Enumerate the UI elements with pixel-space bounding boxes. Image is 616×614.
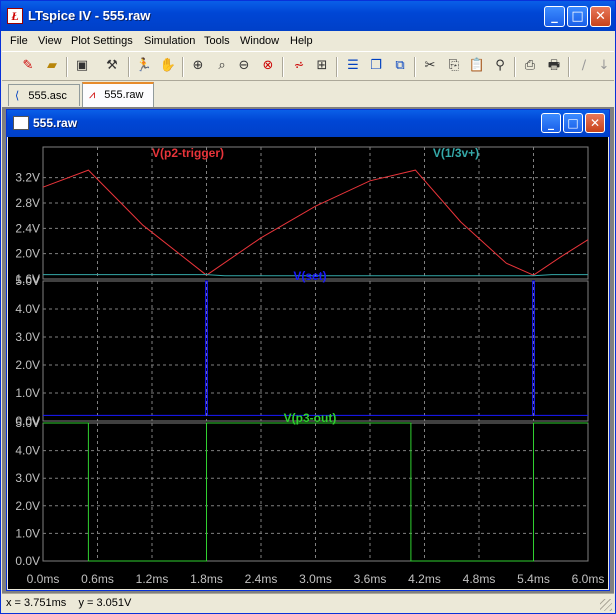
status-bar: x = 3.751ms y = 3.051V xyxy=(2,593,614,613)
x-tick-label: 5.4ms xyxy=(517,572,550,586)
x-tick-label: 3.6ms xyxy=(354,572,387,586)
child-minimize-button[interactable]: _ xyxy=(541,113,561,133)
toolbar-separator xyxy=(66,57,68,77)
pan-icon[interactable]: ✋ xyxy=(158,56,178,76)
maximize-button[interactable]: □ xyxy=(567,6,588,27)
tab-label: 555.raw xyxy=(104,89,144,101)
minimize-button[interactable]: _ xyxy=(544,6,565,27)
ltspice-window: Ł LTspice IV - 555.raw _ □ ✕ File View P… xyxy=(0,0,616,614)
x-tick-label: 2.4ms xyxy=(245,572,278,586)
copy-icon[interactable]: ⎘ xyxy=(444,56,464,76)
waveform-plot-area[interactable]: 3.2V 2.8V 2.4V 2.0V 1.6V V(p2-trigger) V(1/3v+… xyxy=(8,137,608,589)
control-panel-icon[interactable]: ⚒ xyxy=(102,56,122,76)
toolbar-separator xyxy=(414,57,416,77)
tile-vertical-icon[interactable]: ⧉ xyxy=(390,56,410,76)
y-tick-label: 1.0V xyxy=(15,526,40,540)
legend-label: V(p2-trigger) xyxy=(152,146,224,160)
mdi-workspace: 555.raw _ □ ✕ 3.2V 2.8V 2.4V 2.0V 1.6V V(p2-t… xyxy=(2,107,614,593)
toolbar-separator xyxy=(336,57,338,77)
y-tick-label: 5.0V xyxy=(15,416,40,430)
y-tick-label: 3.2V xyxy=(15,171,40,185)
zoom-out-icon[interactable]: ⊖ xyxy=(234,56,254,76)
schematic-icon: ⟨ xyxy=(15,89,20,102)
legend-label: V(1/3v+) xyxy=(433,146,479,160)
toolbar-separator xyxy=(514,57,516,77)
menu-file[interactable]: File xyxy=(10,35,28,47)
cut-icon[interactable]: ✂ xyxy=(420,56,440,76)
tile-horizontal-icon[interactable]: ☰ xyxy=(343,56,363,76)
y-tick-label: 3.0V xyxy=(15,330,40,344)
title-bar[interactable]: Ł LTspice IV - 555.raw _ □ ✕ xyxy=(1,1,615,31)
y-tick-label: 2.0V xyxy=(15,358,40,372)
child-close-button[interactable]: ✕ xyxy=(585,113,605,133)
legend-label: V(set) xyxy=(293,269,326,283)
autorange-icon[interactable]: ⩫ xyxy=(289,56,309,76)
open-icon[interactable]: ▰ xyxy=(42,56,62,76)
y-tick-label: 0.0V xyxy=(15,554,40,568)
waveform-window-title: 555.raw xyxy=(33,116,78,130)
waveform-chart[interactable]: 3.2V2.8V2.4V2.0V1.6VV(p2-trigger) V(1/3v+… xyxy=(8,137,608,589)
tab-label: 555.asc xyxy=(28,90,67,102)
tab-555-raw[interactable]: ⩘ 555.raw xyxy=(82,82,154,107)
y-tick-label: 2.8V xyxy=(15,196,40,210)
save-icon[interactable]: ▣ xyxy=(72,56,92,76)
waveform-window: 555.raw _ □ ✕ 3.2V 2.8V 2.4V 2.0V 1.6V V(p2-t… xyxy=(6,109,610,591)
toolbar: ✎ ▰ ▣ ⚒ 🏃 ✋ ⊕ ⌕ ⊖ ⊗ ⩫ ⊞ ☰ ❐ ⧉ ✂ ⎘ 📋 ⚲ ⎙ … xyxy=(2,51,614,81)
child-maximize-button[interactable]: □ xyxy=(563,113,583,133)
y-tick-label: 5.0V xyxy=(15,274,40,288)
paste-icon[interactable]: 📋 xyxy=(467,56,487,76)
y-tick-label: 2.0V xyxy=(15,247,40,261)
y-tick-label: 2.0V xyxy=(15,499,40,513)
zoom-fit-icon[interactable]: ⊗ xyxy=(258,56,278,76)
legend-label: V(p3-out) xyxy=(284,411,337,425)
wire-icon[interactable]: ∕ xyxy=(574,56,594,76)
arrow-icon[interactable]: ↓ xyxy=(596,56,612,76)
tab-555-asc[interactable]: ⟨ 555.asc xyxy=(8,84,80,106)
x-tick-label: 0.6ms xyxy=(81,572,114,586)
x-tick-label: 1.2ms xyxy=(136,572,169,586)
y-tick-label: 4.0V xyxy=(15,444,40,458)
cursor-readout: x = 3.751ms y = 3.051V xyxy=(6,597,132,609)
window-title: LTspice IV - 555.raw xyxy=(28,8,151,23)
waveform-title-bar[interactable]: 555.raw _ □ ✕ xyxy=(7,110,609,137)
x-tick-label: 4.2ms xyxy=(408,572,441,586)
close-button[interactable]: ✕ xyxy=(590,6,611,27)
menu-window[interactable]: Window xyxy=(240,35,279,47)
toolbar-separator xyxy=(568,57,570,77)
toolbar-separator xyxy=(128,57,130,77)
y-tick-label: 2.4V xyxy=(15,221,40,235)
x-tick-label: 0.0ms xyxy=(27,572,60,586)
find-icon[interactable]: ⚲ xyxy=(490,56,510,76)
y-tick-label: 3.0V xyxy=(15,471,40,485)
grid-icon[interactable]: ⊞ xyxy=(312,56,332,76)
x-tick-label: 3.0ms xyxy=(299,572,332,586)
menu-tools[interactable]: Tools xyxy=(204,35,230,47)
x-tick-label: 4.8ms xyxy=(463,572,496,586)
y-tick-label: 4.0V xyxy=(15,302,40,316)
print-preview-icon[interactable]: ⎙ xyxy=(520,56,540,76)
resize-grip[interactable] xyxy=(600,599,612,611)
menu-help[interactable]: Help xyxy=(290,35,313,47)
toolbar-separator xyxy=(282,57,284,77)
menu-plot-settings[interactable]: Plot Settings xyxy=(71,35,133,47)
menu-bar: File View Plot Settings Simulation Tools… xyxy=(2,32,614,51)
waveform-icon: ⩘ xyxy=(89,88,96,101)
ltspice-app-icon[interactable]: Ł xyxy=(7,8,23,24)
print-icon[interactable]: 🖶 xyxy=(544,56,564,76)
x-tick-label: 1.8ms xyxy=(190,572,223,586)
waveform-window-icon[interactable] xyxy=(13,116,29,130)
cascade-icon[interactable]: ❐ xyxy=(366,56,386,76)
run-icon[interactable]: 🏃 xyxy=(134,56,154,76)
x-tick-label: 6.0ms xyxy=(572,572,605,586)
document-tabs: ⟨ 555.asc ⩘ 555.raw xyxy=(2,81,614,107)
y-tick-label: 1.0V xyxy=(15,386,40,400)
zoom-area-icon[interactable]: ⌕ xyxy=(212,56,232,76)
toolbar-separator xyxy=(182,57,184,77)
menu-view[interactable]: View xyxy=(38,35,62,47)
new-schematic-icon[interactable]: ✎ xyxy=(18,56,38,76)
zoom-in-icon[interactable]: ⊕ xyxy=(188,56,208,76)
menu-simulation[interactable]: Simulation xyxy=(144,35,195,47)
